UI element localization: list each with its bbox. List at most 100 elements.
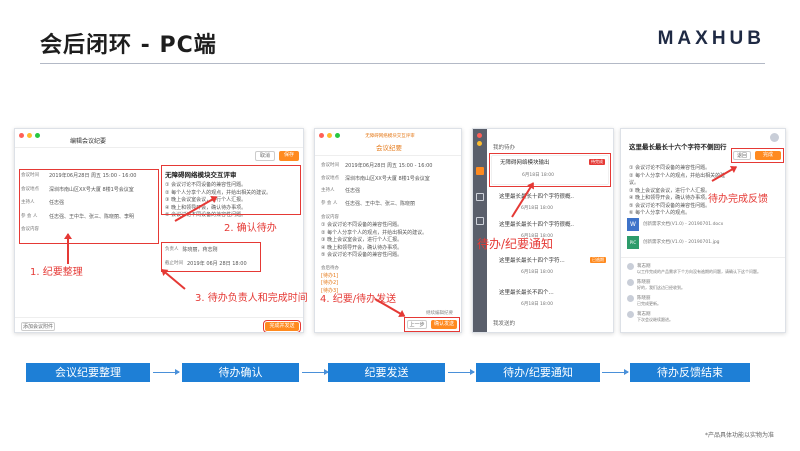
annotation-box-send2 <box>404 317 460 332</box>
avatar <box>627 311 634 318</box>
doc-line: ③ 晚上会议室会议，进行个人汇报。 <box>321 237 403 243</box>
file-item[interactable]: W 创新需求文档(V1.0) - 20190701.docx <box>627 217 781 233</box>
todo-list-window: 我的待办 无障碍网络模块输出 待完成 6月18日 18:00 这里最长最长十四个… <box>472 128 614 333</box>
todo-tag: [待办2] <box>321 280 339 286</box>
title-divider <box>15 147 303 148</box>
header-divider <box>40 63 765 64</box>
content-label: 会议内容 <box>321 215 339 220</box>
file-name: 创新需求文档(V1.0) - 20190701.docx <box>643 222 724 227</box>
annotation-box-notify <box>489 153 611 187</box>
todo-meta: 6月18日 18:00 <box>521 206 553 211</box>
doc-line: ② 每个人分享个人的观点，并给出相关的建议。 <box>321 229 428 236</box>
comment-text: 下次会议继续跟进。 <box>637 317 673 322</box>
doc-line: ④ 晚上和领导开会，确认待办事项。 <box>321 244 403 251</box>
close-dot-icon[interactable] <box>19 133 24 138</box>
annotation-box-feedback <box>731 148 784 163</box>
info-row: 主持人 任志强 <box>321 188 361 194</box>
close-dot-icon[interactable] <box>477 133 482 138</box>
comment-text: 好的，我们这边已经收到。 <box>637 285 685 290</box>
comment-item: 蒋志刚 以工作完成的产品需求下个方向没有逾期的问题，请确认下这个问题。 <box>627 263 781 279</box>
comment-item: 陈晓丽 好的，我们这边已经收到。 <box>627 279 781 295</box>
comment-text: 以工作完成的产品需求下个方向没有逾期的问题，请确认下这个问题。 <box>637 269 761 274</box>
flow-step-2: 待办确认 <box>182 363 299 382</box>
comment-item: 蒋志刚 下次会议继续跟进。 <box>627 311 781 327</box>
flow-arrow-icon <box>153 369 180 375</box>
section-mine: 我的待办 <box>493 145 516 151</box>
avatar <box>627 263 634 270</box>
annotation-box-assignee <box>161 242 261 272</box>
annotation-arrow <box>67 234 69 264</box>
image-file-icon: PIC <box>627 236 639 249</box>
todo-detail-window: 这里最长最长十六个字符不侧回行 退回 完成 ① 会议讨论不同设备的兼容性问题。 … <box>620 128 786 333</box>
app-sidebar <box>473 129 487 332</box>
docx-file-icon: W <box>627 218 639 231</box>
doc-line: ① 会议讨论不同设备的兼容性问题。 <box>321 222 403 228</box>
annotation-confirm: 2. 确认待办 <box>224 223 277 234</box>
comment-list: 蒋志刚 以工作完成的产品需求下个方向没有逾期的问题，请确认下这个问题。 陈晓丽 … <box>627 263 781 327</box>
window-controls <box>19 133 40 138</box>
annotation-box-minutes <box>19 169 159 244</box>
calendar-nav-icon[interactable] <box>476 193 484 201</box>
todo-title: 这里最长最长十四个字符很概.. <box>499 194 574 200</box>
cancel-button[interactable]: 取消 <box>255 151 275 161</box>
avatar <box>627 279 634 286</box>
window-title: 编辑会议纪要 <box>70 138 107 145</box>
annotation-send: 4. 纪要/待办发送 <box>320 294 397 305</box>
todo-tag: [待办1] <box>321 272 339 279</box>
info-row: 会议时间 2019年06月28日 周五 15:00 - 16:00 <box>321 163 433 169</box>
comments-divider <box>621 257 785 258</box>
screenshots-area: 编辑会议纪要 取消 保存 会议时间 2019年06月28日 周五 15:00 - … <box>0 120 800 340</box>
comment-text: 已完成更新。 <box>637 301 661 306</box>
flow-arrow-icon <box>448 369 475 375</box>
brand-logo: MAXHUB <box>657 28 765 49</box>
window-controls <box>477 133 482 146</box>
minutes-subtitle: 会议纪要 <box>376 144 402 152</box>
status-badge: 已逾期 <box>590 257 606 263</box>
todo-meta: 6月18日 18:00 <box>521 302 553 307</box>
section-sent[interactable]: 我发送的 <box>493 319 515 327</box>
title-divider <box>315 155 461 156</box>
todo-meta: 6月18日 18:00 <box>521 270 553 275</box>
detail-title: 这里最长最长十六个字符不侧回行 <box>629 143 727 151</box>
todo-title: 这里最长最长不四个... <box>499 290 554 296</box>
todo-nav-icon[interactable] <box>476 167 484 175</box>
continue-edit-link[interactable]: 继续编辑纪要 <box>426 310 453 316</box>
flow-step-5: 待办反馈结束 <box>630 363 750 382</box>
doc-line: ① 会议讨论不同设备的兼容性问题。 <box>629 165 711 171</box>
todo-item[interactable]: 这里最长最长十四个字符很概.. 6月18日 18:00 <box>491 191 609 217</box>
minimize-dot-icon[interactable] <box>477 141 482 146</box>
footnote: *产品具体功能以实物为准 <box>704 432 774 439</box>
file-item[interactable]: PIC 创新需求文档(V1.0) - 20190701.jpg <box>627 235 781 251</box>
flow-step-3: 纪要发送 <box>328 363 445 382</box>
add-attachment-button[interactable]: 添加会议附件 <box>21 322 55 331</box>
todo-item[interactable]: 这里最长最长十四个字符... 已逾期 6月18日 18:00 <box>491 255 609 281</box>
page-title: 会后闭环 - PC端 <box>40 33 217 58</box>
flow-arrow-icon <box>302 369 329 375</box>
minimize-dot-icon[interactable] <box>27 133 32 138</box>
minimize-dot-icon[interactable] <box>327 133 332 138</box>
maximize-dot-icon[interactable] <box>35 133 40 138</box>
annotation-feedback: 待办完成反馈 <box>708 194 768 205</box>
user-avatar[interactable] <box>770 133 779 142</box>
avatar <box>627 295 634 302</box>
todo-title: 这里最长最长十四个字符很概.. <box>499 222 574 228</box>
annotation-box-todo <box>161 165 301 215</box>
annotation-assignee: 3. 待办负责人和完成时间 <box>195 293 308 304</box>
file-name: 创新需求文档(V1.0) - 20190701.jpg <box>643 240 720 245</box>
save-button[interactable]: 保存 <box>279 151 299 161</box>
todo-label: 会后待办 <box>321 265 339 271</box>
flow-arrow-icon <box>602 369 629 375</box>
info-row: 参 会 人任志强、王中华、张三、陈晓丽 <box>321 200 416 207</box>
todo-item[interactable]: 这里最长最长不四个... 6月18日 18:00 <box>491 287 609 313</box>
comment-item: 陈晓丽 已完成更新。 <box>627 295 781 311</box>
info-row: 会议地点 深圳市南山区XX号大厦 8楼1号会议室 <box>321 175 430 182</box>
todo-title: 这里最长最长十四个字符... <box>499 258 565 264</box>
close-dot-icon[interactable] <box>319 133 324 138</box>
doc-line: ⑤ 会议讨论不同设备的兼容性问题。 <box>321 252 403 258</box>
flow-step-4: 待办/纪要通知 <box>476 363 600 382</box>
annotation-notify: 待办/纪要通知 <box>477 237 554 251</box>
clipboard-nav-icon[interactable] <box>476 217 484 225</box>
flow-step-1: 会议纪要整理 <box>26 363 150 382</box>
meeting-info: 会议时间 2019年06月28日 周五 15:00 - 16:00 会议地点 深圳市… <box>321 163 459 295</box>
window-title: 无障碍网络模块交互评审 <box>365 134 415 139</box>
